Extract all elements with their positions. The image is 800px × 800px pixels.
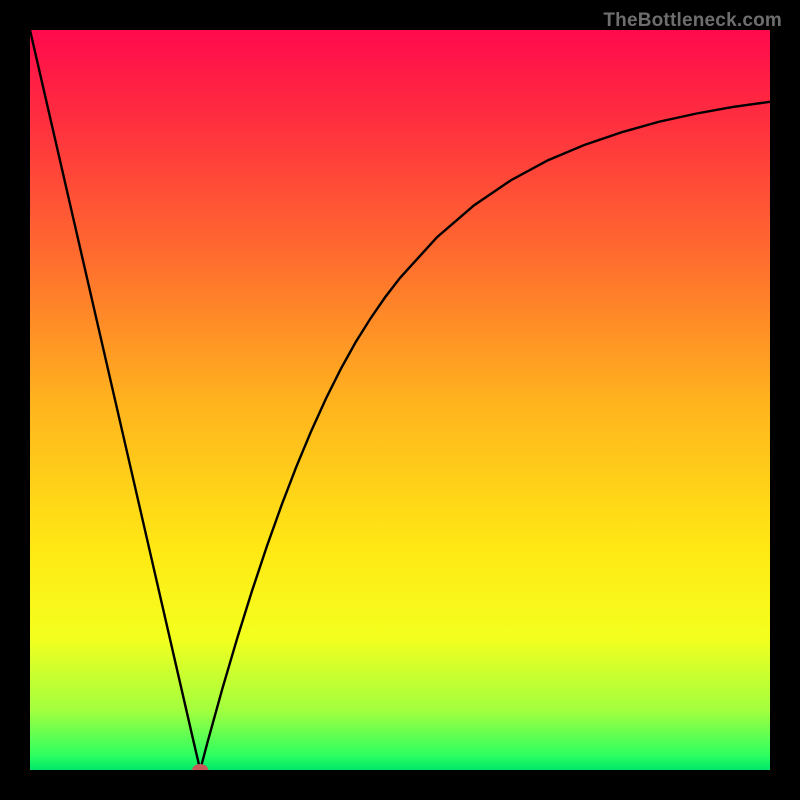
watermark-text: TheBottleneck.com <box>603 10 782 32</box>
plot-area <box>30 30 770 770</box>
gradient-background <box>30 30 770 770</box>
chart-frame: TheBottleneck.com <box>0 0 800 800</box>
chart-svg <box>30 30 770 770</box>
